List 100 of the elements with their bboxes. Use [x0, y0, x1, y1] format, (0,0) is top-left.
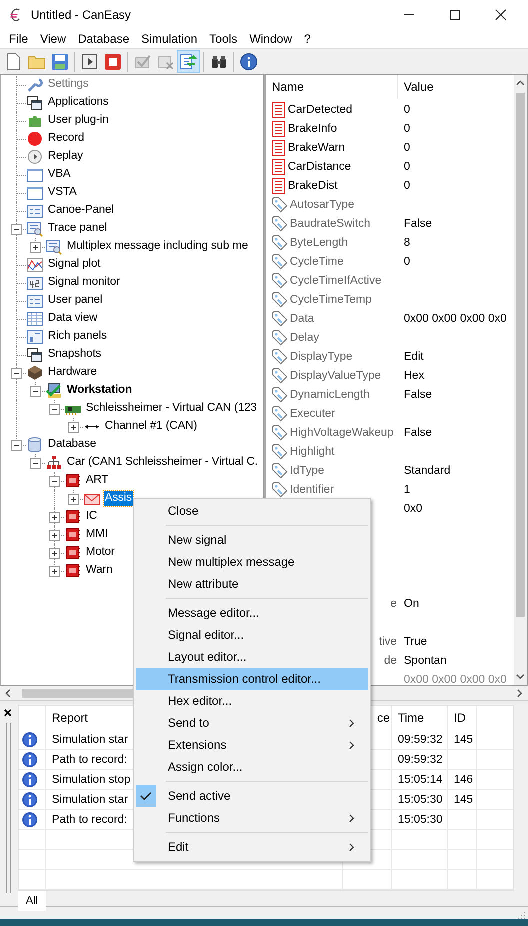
expand-icon[interactable]	[68, 422, 79, 433]
collapse-icon[interactable]	[11, 224, 22, 235]
tree-item[interactable]: Channel #1 (CAN)	[104, 419, 198, 434]
tree-item[interactable]: Snapshots	[47, 347, 102, 362]
property-name: Delay	[290, 332, 320, 344]
panel-grip[interactable]	[6, 723, 10, 893]
network-icon	[46, 455, 62, 471]
tree-item[interactable]: Record	[47, 131, 86, 146]
tab[interactable]: All	[18, 891, 46, 911]
chevron-right-icon	[349, 741, 355, 750]
menu-item[interactable]: Functions	[136, 807, 368, 829]
collapse-icon[interactable]	[11, 440, 22, 451]
save-icon	[50, 52, 68, 70]
tree-item[interactable]: Motor	[85, 545, 116, 560]
menu-item[interactable]: Close	[136, 500, 368, 522]
property-name: CycleTime	[290, 256, 344, 268]
tree-item[interactable]: Hardware	[47, 365, 98, 380]
menu-item[interactable]: ?	[298, 32, 317, 46]
menu-item[interactable]: Message editor...	[136, 602, 368, 624]
menu-item[interactable]: Database	[72, 32, 136, 46]
menu-item[interactable]: Window	[244, 32, 298, 46]
record-icon	[27, 131, 43, 147]
grid-icon	[27, 311, 43, 327]
tree-item[interactable]: Trace panel	[47, 221, 108, 236]
expand-icon[interactable]	[49, 512, 60, 523]
tree-item[interactable]: Schleissheimer - Virtual CAN (123	[85, 401, 258, 416]
tree-item[interactable]: Canoe-Panel	[47, 203, 116, 218]
document-icon	[272, 120, 286, 136]
maximize-icon[interactable]	[449, 9, 461, 21]
report-text: Path to record:	[52, 814, 128, 826]
tree-item[interactable]: VSTA	[47, 185, 78, 200]
column-header[interactable]: Time	[392, 706, 448, 730]
tree-item[interactable]: Signal plot	[47, 257, 102, 272]
tree-item[interactable]: User plug-in	[47, 113, 110, 128]
expand-icon[interactable]	[68, 494, 79, 505]
tag-icon	[272, 462, 288, 478]
tag-icon	[272, 254, 288, 270]
column-header[interactable]: ID	[448, 706, 477, 730]
time-cell: 15:05:14	[398, 774, 443, 786]
property-value: Edit	[403, 350, 424, 362]
chevron-right-icon	[349, 719, 355, 728]
tree-item[interactable]: VBA	[47, 167, 72, 182]
scroll-right-icon[interactable]	[517, 688, 523, 698]
property-name: DisplayType	[290, 350, 353, 362]
column-header[interactable]: Name	[266, 75, 398, 99]
property-name: DisplayValueType	[290, 370, 382, 382]
tree-item[interactable]: Workstation	[66, 383, 134, 398]
tree-item[interactable]: Data view	[47, 311, 99, 326]
menu-item[interactable]: View	[34, 32, 72, 46]
chevron-right-icon	[349, 843, 355, 852]
menu-item[interactable]: Transmission control editor...	[136, 668, 368, 690]
expand-icon[interactable]	[49, 548, 60, 559]
column-header[interactable]: Value	[398, 80, 434, 94]
resize-grip-icon[interactable]	[518, 911, 526, 919]
collapse-icon[interactable]	[11, 368, 22, 379]
tree-item[interactable]: Assis	[104, 491, 133, 506]
tag-icon	[272, 272, 288, 288]
expand-icon[interactable]	[30, 242, 41, 253]
sync-button[interactable]	[177, 50, 200, 73]
expand-icon[interactable]	[49, 530, 60, 541]
tree-item[interactable]: IC	[85, 509, 98, 524]
scroll-up-icon[interactable]	[516, 80, 525, 86]
menu-item[interactable]: Extensions	[136, 734, 368, 756]
tree-item[interactable]: ART	[85, 473, 110, 488]
menu-item[interactable]: Assign color...	[136, 756, 368, 778]
menu-item[interactable]: Edit	[136, 836, 368, 858]
menu-item[interactable]: Signal editor...	[136, 624, 368, 646]
document-icon	[272, 102, 286, 118]
menu-item[interactable]: New attribute	[136, 573, 368, 595]
tree-item[interactable]: Database	[47, 437, 98, 452]
collapse-icon[interactable]	[30, 386, 41, 397]
tree-item[interactable]: Car (CAN1 Schleissheimer - Virtual C.	[66, 455, 260, 470]
collapse-icon[interactable]	[30, 458, 41, 469]
window-title: Untitled - CanEasy	[31, 8, 132, 22]
tree-item[interactable]: Rich panels	[47, 329, 108, 344]
collapse-icon[interactable]	[49, 404, 60, 415]
expand-icon[interactable]	[49, 566, 60, 577]
menu-item[interactable]: New signal	[136, 529, 368, 551]
tree-item[interactable]: MMI	[85, 527, 110, 542]
tree-item[interactable]: Applications	[47, 95, 110, 110]
close-icon[interactable]	[495, 9, 507, 21]
menu-item[interactable]: Simulation	[136, 32, 204, 46]
menu-item[interactable]: Tools	[204, 32, 244, 46]
tree-item[interactable]: Warn	[85, 563, 114, 578]
tree-item[interactable]: Multiplex message including sub me	[66, 239, 250, 254]
menu-item[interactable]: File	[3, 32, 34, 46]
menu-item[interactable]: Send to	[136, 712, 368, 734]
tree-item[interactable]: Signal monitor	[47, 275, 122, 290]
menu-item[interactable]: New multiplex message	[136, 551, 368, 573]
menu-item[interactable]: Layout editor...	[136, 646, 368, 668]
menu-item[interactable]: Send active	[136, 785, 368, 807]
property-name: BrakeDist	[288, 180, 338, 192]
scrollbar-thumb[interactable]	[516, 93, 525, 617]
collapse-icon[interactable]	[49, 476, 60, 487]
close-icon[interactable]	[4, 709, 12, 717]
tree-item[interactable]: Replay	[47, 149, 84, 164]
scroll-left-icon[interactable]	[5, 688, 11, 698]
menu-item[interactable]: Hex editor...	[136, 690, 368, 712]
scroll-down-icon[interactable]	[516, 674, 525, 680]
tree-item[interactable]: User panel	[47, 293, 104, 308]
